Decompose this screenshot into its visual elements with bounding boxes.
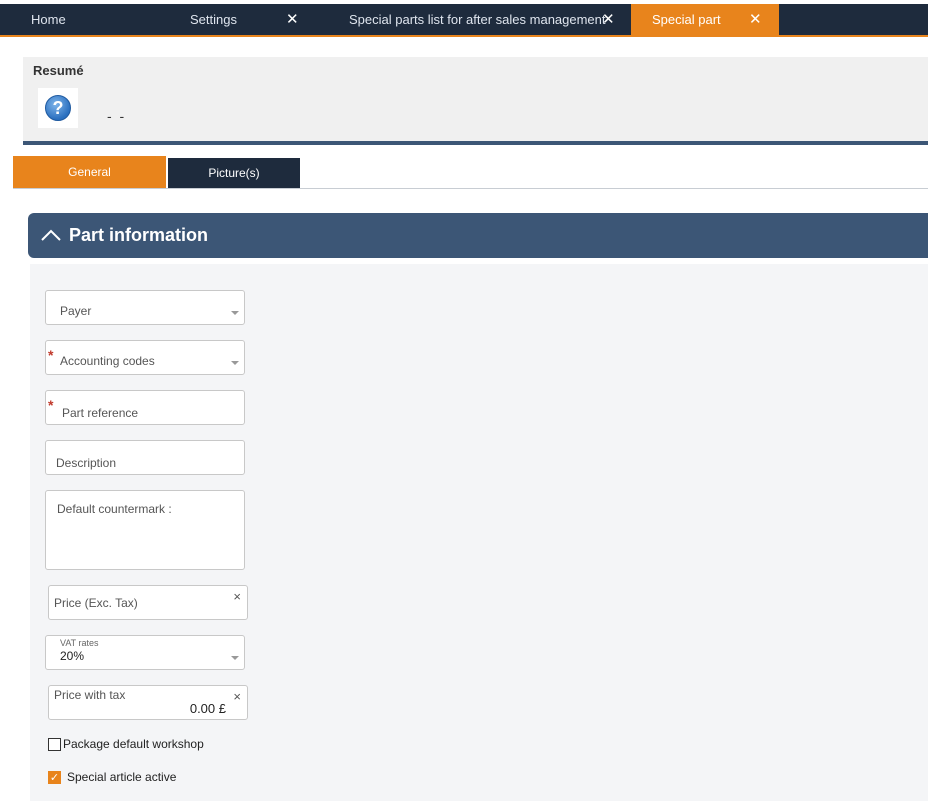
vat-rates-label: VAT rates — [60, 638, 99, 648]
chevron-down-icon — [231, 361, 239, 365]
required-marker: * — [48, 347, 54, 363]
description-label: Description — [56, 456, 117, 470]
tab-pictures[interactable]: Picture(s) — [168, 158, 300, 188]
chevron-down-icon — [231, 656, 239, 660]
help-icon: ? — [45, 95, 71, 121]
part-reference-input[interactable]: * Part reference — [45, 390, 245, 425]
default-countermark-textarea[interactable]: Default countermark : — [45, 490, 245, 570]
resume-title: Resumé — [33, 63, 84, 78]
close-icon[interactable]: ✕ — [602, 4, 615, 35]
description-input[interactable]: Description — [45, 440, 245, 475]
tab-special-parts-list-label: Special parts list for after sales manag… — [349, 12, 606, 27]
default-countermark-label: Default countermark : — [57, 502, 172, 516]
checkbox-checked-icon[interactable]: ✓ — [48, 771, 61, 784]
resume-summary: - - — [107, 108, 127, 124]
part-reference-label: Part reference — [62, 406, 139, 420]
clear-icon[interactable]: × — [233, 689, 241, 704]
tab-settings-label: Settings — [190, 12, 237, 27]
price-excl-tax-label: Price (Exc. Tax) — [54, 596, 138, 610]
price-excl-tax-input[interactable]: Price (Exc. Tax) × — [48, 585, 248, 620]
tab-general[interactable]: General — [13, 156, 166, 188]
vat-rates-value: 20% — [60, 649, 85, 663]
help-button[interactable]: ? — [38, 88, 78, 128]
price-with-tax-label: Price with tax — [54, 688, 126, 702]
part-information-header[interactable]: Part information — [28, 213, 928, 258]
payer-label: Payer — [60, 304, 92, 318]
tab-special-part[interactable]: Special part ✕ — [631, 4, 779, 35]
panel-title: Part information — [69, 225, 209, 245]
package-default-workshop-label: Package default workshop — [63, 737, 204, 751]
required-marker: * — [48, 397, 54, 413]
accounting-codes-label: Accounting codes — [60, 354, 155, 368]
price-with-tax-value: 0.00 £ — [189, 701, 226, 716]
tab-home-label: Home — [31, 12, 66, 27]
tab-settings[interactable]: Settings ✕ — [150, 4, 310, 35]
checkbox-unchecked-icon[interactable] — [48, 738, 61, 751]
tab-special-parts-list[interactable]: Special parts list for after sales manag… — [310, 4, 631, 35]
tab-home[interactable]: Home — [0, 4, 150, 35]
top-tab-bar-underline — [0, 35, 928, 37]
price-with-tax-input[interactable]: Price with tax 0.00 £ × — [48, 685, 248, 720]
chevron-up-icon[interactable] — [40, 224, 62, 246]
accounting-codes-select[interactable]: * Accounting codes — [45, 340, 245, 375]
chevron-down-icon — [231, 311, 239, 315]
section-tabs-divider — [13, 188, 928, 189]
vat-rates-select[interactable]: VAT rates 20% — [45, 635, 245, 670]
clear-icon[interactable]: × — [233, 589, 241, 604]
close-icon[interactable]: ✕ — [749, 4, 762, 35]
close-icon[interactable]: ✕ — [286, 4, 299, 35]
resume-panel: Resumé ? - - — [23, 57, 928, 145]
tab-special-part-label: Special part — [652, 12, 721, 27]
special-article-active-label: Special article active — [67, 770, 177, 784]
payer-select[interactable]: Payer — [45, 290, 245, 325]
